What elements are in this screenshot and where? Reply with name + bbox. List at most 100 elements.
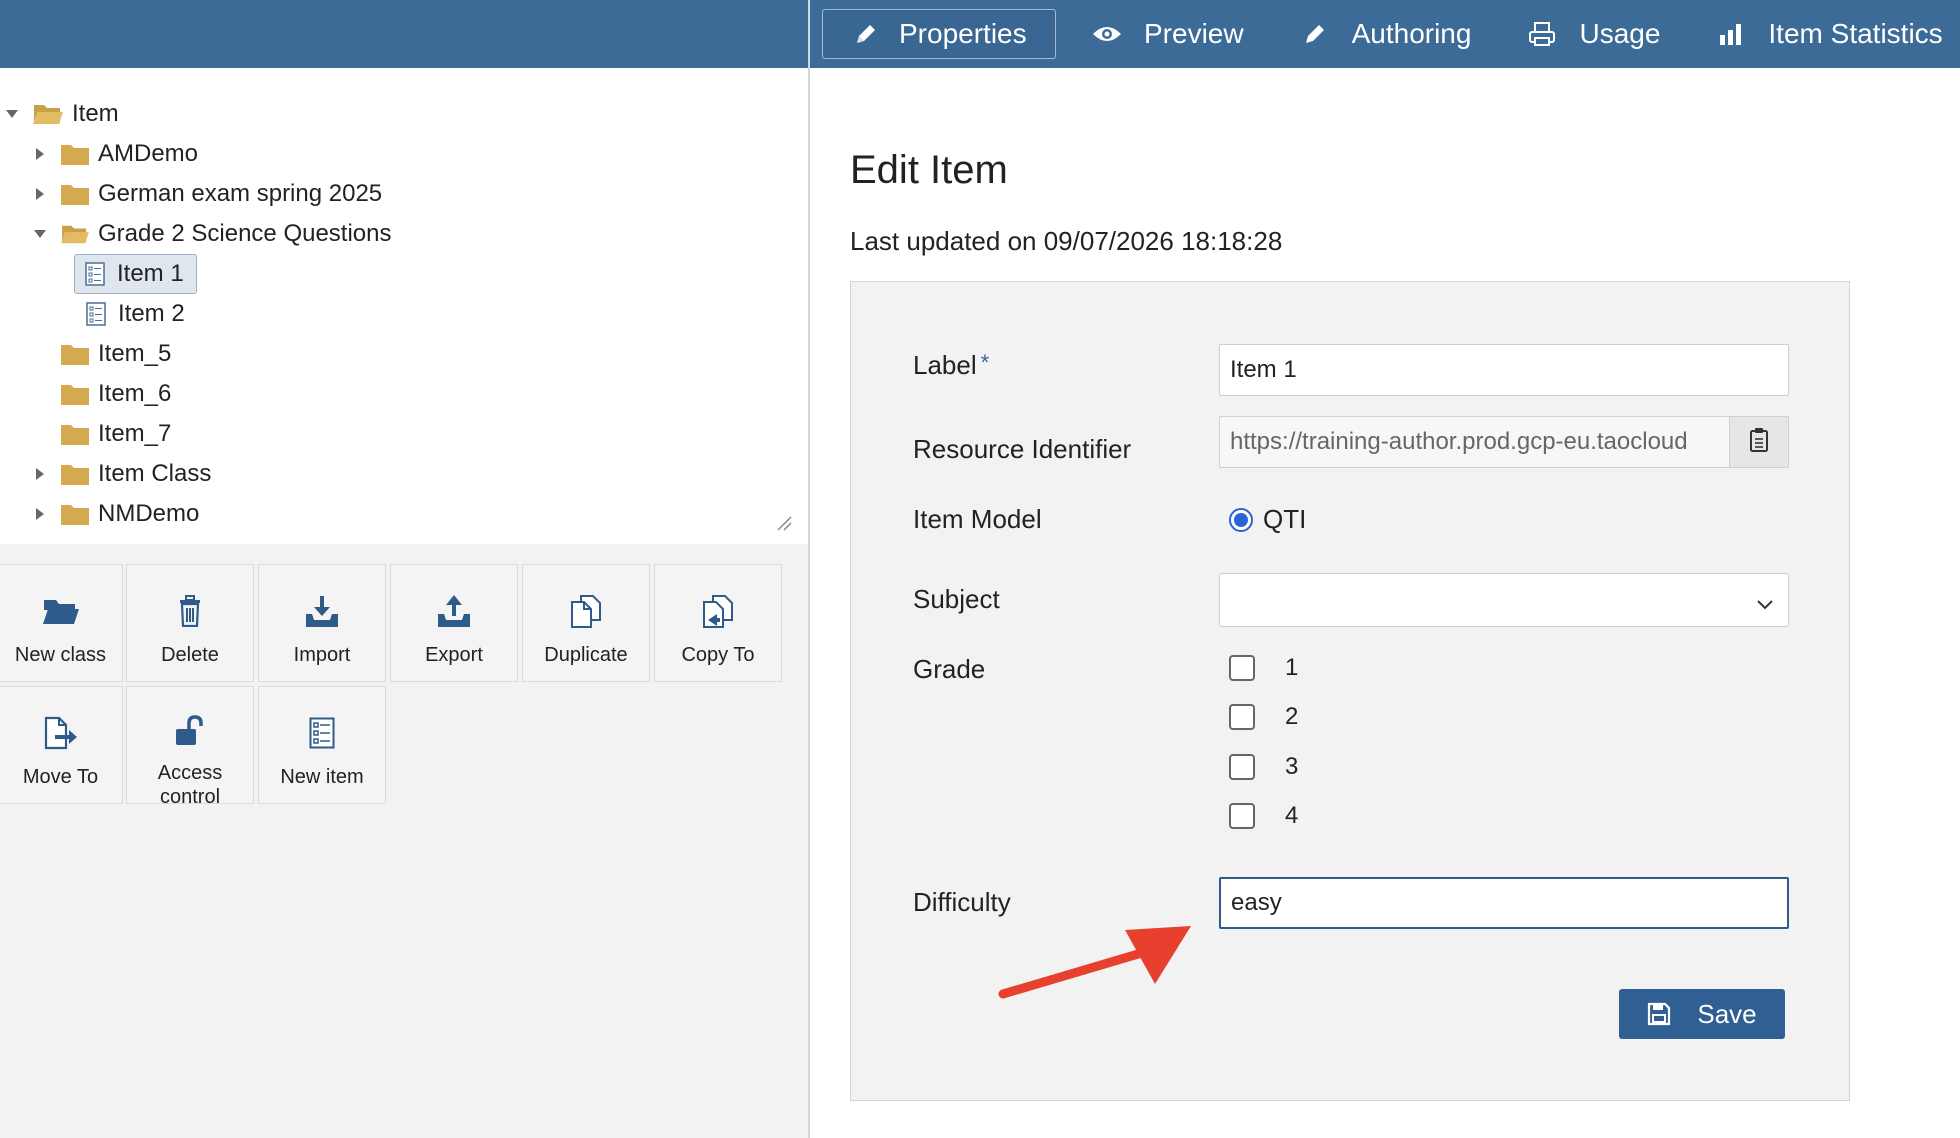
- checkbox-label: 4: [1285, 802, 1299, 829]
- export-icon: [436, 593, 472, 629]
- delete-button[interactable]: Delete: [126, 564, 254, 682]
- tab-item-statistics[interactable]: Item Statistics: [1694, 9, 1960, 59]
- action-panel: New class Delete Import Export Duplicate…: [0, 544, 808, 1138]
- item-list-icon: [309, 715, 335, 751]
- top-tab-bar: Properties Preview Authoring Usage Item …: [810, 0, 1960, 68]
- tree-node-label: AMDemo: [98, 140, 199, 167]
- chevron-down-icon: [1756, 590, 1774, 618]
- save-label: Save: [1697, 998, 1757, 1029]
- copy-to-button[interactable]: Copy To: [654, 564, 782, 682]
- new-class-button[interactable]: New class: [0, 564, 123, 682]
- grade-checkbox-2[interactable]: 2: [1229, 703, 1298, 731]
- tree-node-label: NMDemo: [98, 500, 200, 527]
- tree-node-label: Item 2: [118, 300, 185, 327]
- pencil-icon: [1298, 17, 1332, 51]
- tree-node-label: Grade 2 Science Questions: [98, 220, 392, 247]
- copy-to-icon: [701, 593, 735, 629]
- move-to-button[interactable]: Move To: [0, 686, 123, 804]
- import-icon: [304, 593, 340, 629]
- grade-checkbox-3[interactable]: 3: [1229, 753, 1298, 781]
- subject-label: Subject: [913, 584, 1000, 614]
- folder-icon: [60, 182, 90, 206]
- save-button[interactable]: Save: [1619, 989, 1785, 1039]
- caret-down-icon[interactable]: [0, 109, 24, 119]
- caret-right-icon[interactable]: [28, 147, 52, 161]
- new-item-button[interactable]: New item: [258, 686, 386, 804]
- grade-label: Grade: [913, 654, 986, 684]
- difficulty-label: Difficulty: [913, 887, 1011, 917]
- caret-right-icon[interactable]: [28, 467, 52, 481]
- duplicate-button[interactable]: Duplicate: [522, 564, 650, 682]
- folder-icon: [60, 422, 90, 446]
- grade-checkbox-4[interactable]: 4: [1229, 802, 1298, 830]
- checkbox-label: 2: [1285, 703, 1299, 730]
- move-to-icon: [43, 715, 79, 751]
- field-label-text: Label: [913, 350, 977, 380]
- unlock-icon: [173, 715, 207, 747]
- tab-label: Properties: [899, 18, 1027, 49]
- subject-select[interactable]: [1219, 573, 1789, 627]
- tree-node-item-6[interactable]: Item_6: [60, 374, 171, 414]
- checkbox[interactable]: [1229, 655, 1255, 681]
- tab-label: Authoring: [1351, 18, 1472, 49]
- import-button[interactable]: Import: [258, 564, 386, 682]
- folder-icon: [60, 382, 90, 406]
- tab-label: Preview: [1144, 18, 1244, 49]
- tree-node-item-5[interactable]: Item_5: [60, 334, 171, 374]
- tree-node-item-7[interactable]: Item_7: [60, 414, 171, 454]
- tree-node-amdemo[interactable]: AMDemo: [28, 134, 198, 174]
- tree-node-label: Item_7: [98, 420, 172, 447]
- folder-icon: [60, 502, 90, 526]
- tab-preview[interactable]: Preview: [1070, 9, 1264, 59]
- item-model-label: Item Model: [913, 504, 1042, 534]
- radio-selected-indicator[interactable]: [1229, 507, 1253, 532]
- tree-node-nmdemo[interactable]: NMDemo: [28, 494, 199, 534]
- top-bar-left: [0, 0, 808, 68]
- folder-icon: [60, 342, 90, 366]
- open-folder-icon: [32, 101, 64, 127]
- difficulty-input[interactable]: easy: [1219, 877, 1789, 929]
- tree-node-item-1[interactable]: Item 1: [74, 254, 197, 294]
- annotation-arrow-icon: [995, 918, 1195, 1009]
- last-updated-text: Last updated on 09/07/2026 18:18:28: [850, 226, 1283, 256]
- eye-icon: [1090, 17, 1124, 51]
- export-button[interactable]: Export: [390, 564, 518, 682]
- action-label: Access control: [157, 762, 223, 808]
- floppy-disk-icon: [1647, 1002, 1671, 1026]
- item-list-icon: [85, 262, 105, 286]
- checkbox[interactable]: [1229, 803, 1255, 829]
- tab-authoring[interactable]: Authoring: [1278, 9, 1492, 59]
- tab-properties[interactable]: Properties: [822, 9, 1056, 59]
- checkbox[interactable]: [1229, 754, 1255, 780]
- clipboard-icon: [1749, 427, 1769, 458]
- tab-label: Usage: [1579, 18, 1661, 49]
- tab-usage[interactable]: Usage: [1505, 9, 1680, 59]
- checkbox-label: 1: [1285, 654, 1299, 681]
- tree-node-item-class[interactable]: Item Class: [28, 454, 211, 494]
- label-input[interactable]: Item 1: [1219, 344, 1789, 396]
- resource-identifier-field[interactable]: https://training-author.prod.gcp-eu.taoc…: [1219, 416, 1729, 468]
- checkbox[interactable]: [1229, 704, 1255, 730]
- tree-node-label: Item: [72, 100, 119, 127]
- tree-node-label: Item Class: [98, 460, 212, 487]
- tree-node-item[interactable]: Item: [0, 94, 119, 134]
- tree-node-german-exam[interactable]: German exam spring 2025: [28, 174, 382, 214]
- action-label: New item: [280, 766, 364, 788]
- item-model-qti-radio[interactable]: QTI: [1229, 504, 1306, 535]
- caret-right-icon[interactable]: [28, 187, 52, 201]
- page-title: Edit Item: [850, 148, 1008, 192]
- folder-icon: [60, 142, 90, 166]
- tree-node-item-2[interactable]: Item 2: [86, 294, 185, 334]
- action-label: New class: [14, 644, 107, 666]
- open-folder-icon: [42, 593, 80, 629]
- action-label: Move To: [22, 766, 99, 788]
- tree-node-grade2[interactable]: Grade 2 Science Questions: [28, 214, 392, 254]
- bar-chart-icon: [1714, 17, 1748, 51]
- resize-handle-icon[interactable]: [776, 515, 792, 536]
- action-label: Delete: [161, 644, 219, 666]
- access-control-button[interactable]: Access control: [126, 686, 254, 808]
- grade-checkbox-1[interactable]: 1: [1229, 654, 1298, 682]
- caret-down-icon[interactable]: [28, 229, 52, 239]
- caret-right-icon[interactable]: [28, 507, 52, 521]
- copy-clipboard-button[interactable]: [1729, 416, 1789, 468]
